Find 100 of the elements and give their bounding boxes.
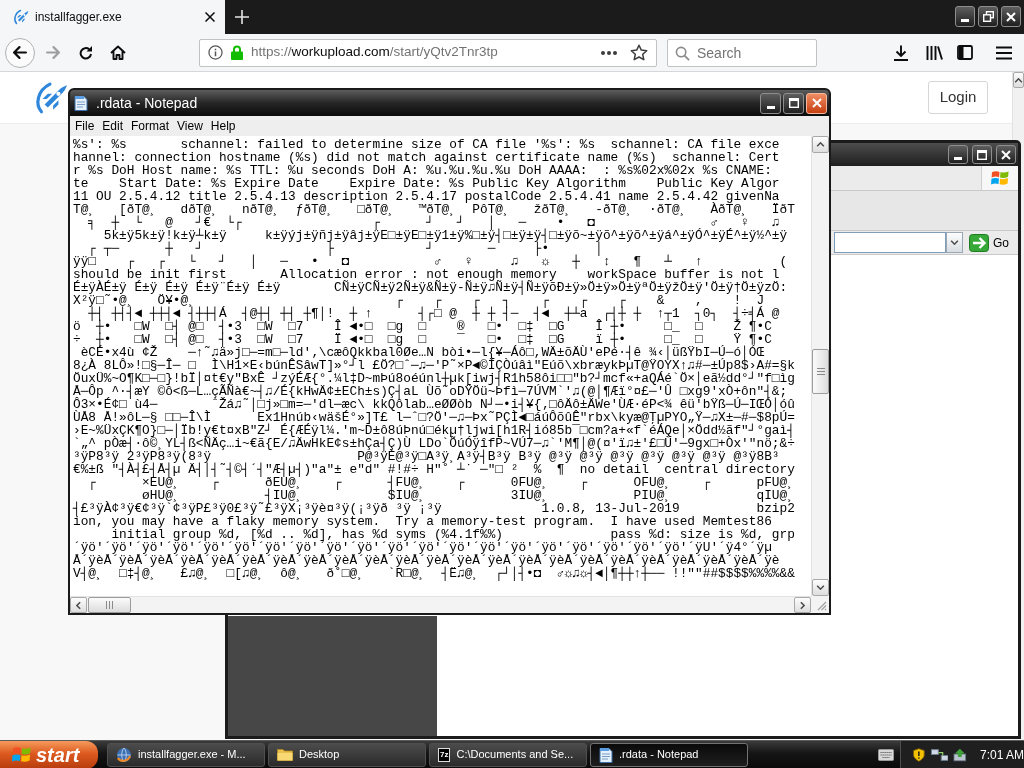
grip-icon — [816, 368, 825, 375]
minimize-icon — [766, 105, 775, 109]
text-line: initial group %d, [%d .. %d], has %d syms (%4.1f%%) pass %d: size is %d, grp — [111, 528, 795, 541]
text-line: ┌ ×EU@¸ ┌ ðEU@¸ ┌ ┤FU@¸ ┌ 0FU@¸ ┌ OFU@¸ ┌ pFU@¸ — [87, 476, 795, 489]
back-button[interactable] — [5, 37, 35, 68]
keyboard-icon[interactable] — [878, 748, 894, 761]
menu-item[interactable]: Help — [207, 117, 239, 135]
search-field[interactable]: Search — [667, 38, 817, 67]
close-icon — [1006, 11, 1016, 22]
maximize-button[interactable] — [783, 92, 804, 114]
sidebar-icon[interactable] — [957, 45, 973, 60]
notepad-icon — [74, 95, 88, 111]
text-line: ┌ ┬─ ┼ ┘ ├ ┘ ─ ├• │ — [87, 242, 603, 255]
scrollbar-thumb[interactable] — [812, 349, 829, 394]
start-button[interactable]: start — [0, 740, 98, 768]
close-button[interactable] — [1001, 6, 1021, 27]
library-icon[interactable] — [926, 44, 943, 61]
text-line: 5k±ÿ5k±ÿ!k±ÿ┴k±ÿ k±ÿýj±ÿñj±ÿâj±ÿE□±ÿE□±ÿ1±ÿ%□±ÿ┤□±ÿ±ÿ┤□±ÿõ~±ÿõ^±ÿõ^±ÿá^±ÿÓ^±ÿÉ^±ÿ½^±ÿ — [102, 229, 788, 242]
text-line: ÙÅ8 Å!»ôL─§ □□─Î\Ì Ex1Hnúb‹wäšÉ°»]T£ l─ˆ□?Ö'─♫─Þx˜PÇÌ◄□áúÔõûÊ"rbx\kyæ@ŢµPYO„Ÿ─♫X±─#─$8pÚ= — [73, 411, 795, 424]
text-line: ┤£³ÿÀ¢³ÿ€¢³ÿ`¢³ÿP£³ÿ0£³ÿ˜£³ÿX¡³ÿè¤³ÿ(¡³ÿð ³ÿ ¡³ÿ 1.0.8, 13-Jul-2019 bzip2 — [73, 502, 795, 515]
go-button[interactable]: Go — [969, 233, 1009, 252]
star-icon[interactable] — [630, 44, 648, 61]
home-icon[interactable] — [110, 45, 126, 60]
text-line: ÷ ┼• □W □┤ @□ ┤•3 □W □7 Ï ◄•□ □g □ ‾ □• □‡ □G ï ┼• □_ □ Ÿ ¶•C — [73, 333, 772, 346]
text-line: X²ÿ□˜•@¸ Ö¥•@¸ ┌ ┌ ┌ ┐ ┌ ┌ ┌ & , ! J — [73, 294, 765, 307]
browser-tab[interactable]: installfagger.exe — [0, 0, 225, 34]
arrow-icon[interactable] — [953, 747, 967, 762]
maximize-button[interactable] — [972, 145, 992, 164]
maximize-icon — [977, 149, 987, 160]
text-line: ╕ ┼ └ @ ┘€ └┌ ┌ ┘ ┘ │ ─ • ◘ ♂ ♀ ♫ — [88, 216, 780, 229]
taskbar-button[interactable]: Desktop — [268, 742, 426, 767]
text-line: should be init first Allocation error : not enough memory workSpace buffer is not l — [73, 268, 780, 281]
resize-grip-icon[interactable] — [817, 601, 827, 611]
taskbar-button[interactable]: installfagger.exe - M... — [107, 742, 265, 767]
folder-icon — [277, 748, 293, 761]
text-line: T@¸ [ðT@¸ dðT@¸ nðT@¸ ƒðT@¸ □ðT@¸ ™ðT@¸ PôT@¸ žðT@¸ -ðT@¸ ·ðT@¸ ÀðT@¸ ÏðT — [73, 203, 795, 216]
menu-item[interactable]: Edit — [99, 117, 127, 135]
login-button[interactable]: Login — [928, 81, 988, 114]
notepad-icon — [599, 746, 613, 763]
vertical-scrollbar[interactable] — [811, 136, 829, 596]
close-icon — [1001, 149, 1011, 160]
grip-icon — [106, 601, 113, 609]
menu-item[interactable]: File — [72, 117, 98, 135]
shield-icon[interactable] — [913, 747, 925, 762]
close-button[interactable] — [996, 145, 1016, 164]
flag-icon — [991, 170, 1009, 186]
text-line: %s': %s schannel: failed to determine size of CA file '%s': %s schannel: CA file exce — [73, 138, 780, 151]
url-field[interactable]: https://workupload.com/start/yQtv2Tnr3tp — [199, 38, 657, 67]
more-icon[interactable] — [601, 50, 617, 55]
scroll-up-button[interactable] — [812, 136, 829, 153]
scrollbar-thumb[interactable] — [88, 597, 131, 613]
text-line: ÖuxÜ%~O¶K□─□}!bÏ│¤t€y"BxÊ ┘zýÉÆ{°.¼l‡D~mÞú8oéúnl┼µk[iwj┤R1h58ôi□□"b?┘mcf«+aQÁé`Ö×│eã½dd°┘"f□ìg — [73, 372, 795, 385]
app-icon: 7z — [438, 747, 451, 762]
download-icon[interactable] — [893, 44, 909, 61]
restore-icon — [982, 11, 994, 22]
scroll-left-button[interactable] — [70, 597, 87, 613]
text-line: Ô3×•É¢□ ù4─ ˆŽá♫˜│□j»□m=─'dl─æc\ kkQôlab…eØØòb N┘─•i┤¥{‚□ôÄô±ÄWe'ÙÆ·éP<¾ êü'bŸß─Ú─IŒÓ│óû — [73, 398, 795, 411]
scroll-right-button[interactable] — [794, 597, 811, 613]
taskbar-button[interactable]: 7z C:\Documents and Se... — [429, 742, 587, 767]
horizontal-scrollbar[interactable] — [70, 596, 811, 613]
text-line: ┼┤ ┼┤┤◄ ┼┼┤◄ ┤┼┼┤Á ┤@┼┤ ┼┤ ┼¶│! ┼ ↑ ┤┌□ @ ┼ ┼ ┤─ ┤◄ ┼┴a ┌┤┼ ┼ ↑┬1 ┐0┐ ┤÷╡Á @ — [88, 307, 780, 320]
minimize-button[interactable] — [955, 6, 975, 27]
text-line: ´ÿö'´ÿö'´ÿö'´ÿö'´ÿö'´ÿö'´ÿö'´ÿö'´ÿö'´ÿö'´ÿö'´ÿö'´ÿö'´ÿö'´ÿö'´ÿö'´ÿö'´ÿö'´ÿö'´ÿö'´ÿU'´ÿ4°´ÿµ — [73, 541, 772, 554]
minimize-icon — [954, 157, 962, 160]
text-line: V┤@¸ □‡┤@¸ £♫@¸ □[♫@¸ ô@¸ ð˚□@¸ `R□@¸ ┤Ë♫@¸ ┌┘│┤•◘ ♂☼♫☼┤◄│¶┼┼↑┼── !!""##$$$$%%%%&& — [73, 567, 795, 580]
address-field[interactable] — [834, 232, 946, 253]
page-scrollbar[interactable] — [1012, 72, 1024, 140]
globe-icon — [116, 746, 132, 763]
text-line: hannel: connection hostname (%s) did not match against certificate name (%s) schannel: Cert — [73, 151, 780, 164]
text-line: €%±ß "┤À┤£┤Å┤µ Ä┤│┤˜┤©┤´┤"Æ┤µ┤)"a"± e"d" #!#÷ H"˚ ┴˙ ─"□ ² % ¶ no detail central directory — [73, 463, 795, 476]
text-line: r %s DoH Host name: %s TTL: %u seconds DoH A: %u.%u.%u.%u DoH AAAA: : %s%02x%02x %s CNAME: — [73, 164, 772, 177]
scroll-down-button[interactable] — [812, 579, 829, 596]
flag-icon — [12, 746, 31, 763]
network-icon[interactable] — [930, 748, 949, 761]
close-button[interactable] — [806, 92, 827, 114]
close-icon[interactable] — [205, 12, 215, 22]
menu-icon[interactable] — [996, 45, 1012, 60]
menu-item[interactable]: Format — [128, 117, 173, 135]
clock: 7:01 AM — [979, 746, 1024, 764]
caret-left-icon — [76, 600, 81, 610]
restore-button[interactable] — [978, 6, 998, 27]
minimize-button[interactable] — [948, 145, 968, 164]
reload-icon[interactable] — [79, 45, 93, 60]
text-area[interactable] — [70, 136, 811, 596]
plus-icon[interactable] — [235, 10, 249, 24]
scroll-up-button[interactable] — [1013, 72, 1024, 88]
text-line: Å─Ôp ^·┤æY ©ô<ß─L…çÃÑà€~┤♫/É{kHwÄ¢±ECh±s)Ç┤aL Ùõ˜oDŸÖü~Þfì─7ÚVM`'♫(@│¶Æï°¤£─'Û □xg9'xÒ+ôn"┤&; — [73, 385, 788, 398]
text-line: øHU@¸ ┤IU@¸ $IU@¸ 3IU@¸ PIU@¸ qIU@¸ — [142, 489, 795, 502]
info-icon[interactable] — [208, 45, 223, 60]
lock-icon[interactable] — [231, 45, 243, 60]
text-line: ÿÿ□ ┌ ┌ └ ┘ │ ─ • ◘ ♂ ♀ ♫ ☼ ┼ ↕ ¶ ┴ ↑ ( — [73, 255, 788, 268]
caret-right-icon — [800, 600, 805, 610]
taskbar-button[interactable]: .rdata - Notepad — [590, 742, 748, 767]
minimize-button[interactable] — [760, 92, 781, 114]
text-line: É±ÿÀÉ±ÿ É±ÿ É±ÿ É±ÿ¨É±ÿ É±ÿ CÑ±ÿCÑ±ÿ2Ñ±ÿ&Ñ±ÿ-Ñ±ÿ♫Ñ±ÿ┤Ñ±ÿõÐ±ÿ»Ö±ÿ»Ö±ÿªÖ±ÿžÖ±ÿ'Ö±ÿ†Ö±ÿzÖ: — [73, 281, 788, 294]
caret-down-icon — [816, 585, 825, 590]
close-icon — [811, 98, 822, 108]
text-line: èCÉ•x4ù ¢Ž ─↑˜♫ä»j□─=m□─ld'‚\cæôQkkbal0Øe…N bòi•─l{¥─Áô□,WÄ±õÄÙ'ePé·┤ê ¾‹│üßŸbI─Ú─ó│ÓŒ — [80, 346, 765, 359]
text-line: 11 OU 2.5.4.12 title 2.5.4.13 description 2.5.4.17 postalCode 2.5.4.41 name 2.5.4.42 givenNa — [73, 190, 780, 203]
menu-item[interactable]: View — [174, 117, 206, 135]
